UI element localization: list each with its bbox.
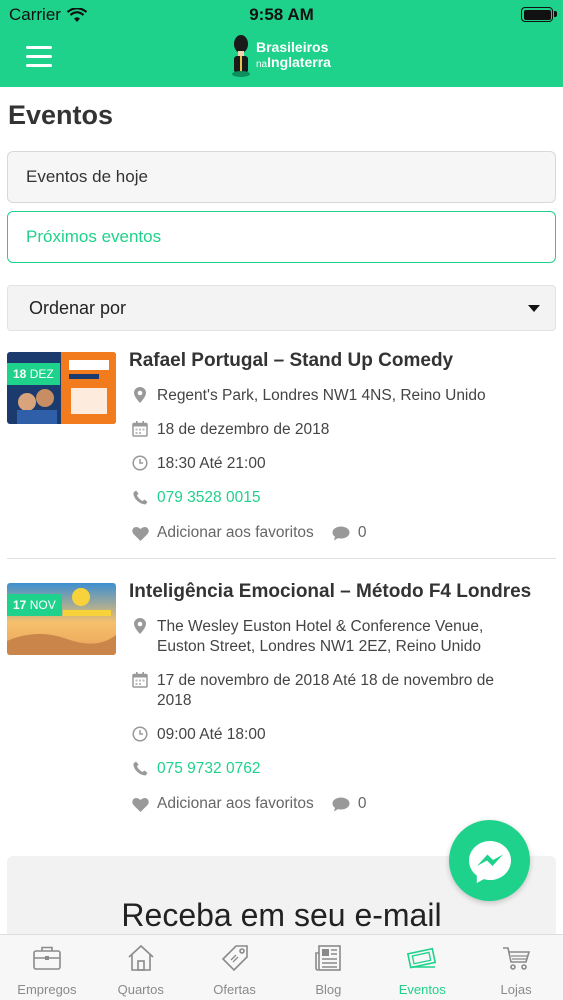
- app-logo: Brasileiros naInglaterra: [230, 35, 331, 77]
- comment-icon: [332, 526, 350, 540]
- logo-line-1: Brasileiros: [256, 39, 329, 55]
- event-date: 18 de dezembro de 2018: [131, 420, 329, 440]
- clock-icon: [132, 726, 148, 742]
- event-phone[interactable]: 079 3528 0015: [131, 488, 260, 508]
- status-bar: Carrier 9:58 AM: [0, 0, 563, 30]
- event-date-badge: 17 NOV: [7, 594, 62, 616]
- phone-icon: [132, 490, 147, 504]
- bottom-tab-bar: Empregos Quartos Ofertas Blog Eventos Lo…: [0, 934, 563, 1000]
- tab-eventos[interactable]: Eventos: [375, 935, 469, 1000]
- clock-icon: [132, 455, 148, 471]
- comment-icon: [332, 797, 350, 811]
- calendar-icon: [132, 672, 148, 688]
- tab-quartos[interactable]: Quartos: [94, 935, 188, 1000]
- event-time: 09:00 Até 18:00: [131, 725, 266, 745]
- heart-icon: [131, 526, 149, 541]
- event-address: Regent's Park, Londres NW1 4NS, Reino Un…: [131, 386, 486, 406]
- messenger-chat-button[interactable]: [449, 820, 530, 901]
- event-address: The Wesley Euston Hotel & Conference Ven…: [131, 617, 483, 657]
- tab-upcoming-events[interactable]: Próximos eventos: [7, 211, 556, 263]
- map-pin-icon: [134, 387, 146, 403]
- event-actions: Adicionar aos favoritos 0: [131, 523, 366, 543]
- divider: [7, 558, 556, 559]
- phone-icon: [132, 761, 147, 775]
- messenger-icon: [468, 840, 511, 883]
- sort-select-label: Ordenar por: [29, 297, 127, 318]
- add-to-favorites-button[interactable]: Adicionar aos favoritos: [131, 523, 314, 543]
- event-phone[interactable]: 075 9732 0762: [131, 759, 260, 779]
- navbar: Brasileiros naInglaterra: [0, 30, 563, 87]
- house-icon: [128, 944, 154, 971]
- royal-guard-icon: [232, 35, 250, 77]
- logo-line-2: Inglaterra: [267, 54, 331, 70]
- event-thumbnail[interactable]: 18 DEZ: [7, 352, 116, 424]
- map-pin-icon: [134, 618, 146, 634]
- caret-down-icon: [528, 305, 540, 312]
- tab-ofertas[interactable]: Ofertas: [188, 935, 282, 1000]
- comments-count[interactable]: 0: [332, 523, 366, 543]
- sort-select[interactable]: Ordenar por: [7, 285, 556, 331]
- hamburger-menu-button[interactable]: [26, 46, 52, 68]
- battery-icon: [521, 7, 557, 22]
- page-title: Eventos: [8, 100, 114, 130]
- briefcase-icon: [33, 946, 61, 970]
- tickets-icon: [407, 947, 437, 969]
- event-title[interactable]: Inteligência Emocional – Método F4 Londr…: [129, 581, 531, 603]
- tab-blog[interactable]: Blog: [281, 935, 375, 1000]
- clock: 9:58 AM: [249, 5, 314, 24]
- event-date-badge: 18 DEZ: [7, 363, 60, 385]
- comments-count[interactable]: 0: [332, 794, 366, 814]
- tab-lojas[interactable]: Lojas: [469, 935, 563, 1000]
- newsletter-title: Receba em seu e-mail: [121, 897, 442, 933]
- add-to-favorites-button[interactable]: Adicionar aos favoritos: [131, 794, 314, 814]
- logo-na: na: [256, 59, 268, 70]
- tab-events-today[interactable]: Eventos de hoje: [7, 151, 556, 203]
- event-actions: Adicionar aos favoritos 0: [131, 794, 366, 814]
- event-title[interactable]: Rafael Portugal – Stand Up Comedy: [129, 350, 453, 372]
- event-time: 18:30 Até 21:00: [131, 454, 266, 474]
- tab-empregos[interactable]: Empregos: [0, 935, 94, 1000]
- event-date: 17 de novembro de 2018 Até 18 de novembr…: [131, 671, 494, 711]
- shopping-cart-icon: [503, 947, 531, 970]
- newspaper-icon: [315, 945, 342, 971]
- event-thumbnail[interactable]: 17 NOV: [7, 583, 116, 655]
- price-tag-icon: [221, 945, 248, 972]
- calendar-icon: [132, 421, 148, 437]
- heart-icon: [131, 797, 149, 812]
